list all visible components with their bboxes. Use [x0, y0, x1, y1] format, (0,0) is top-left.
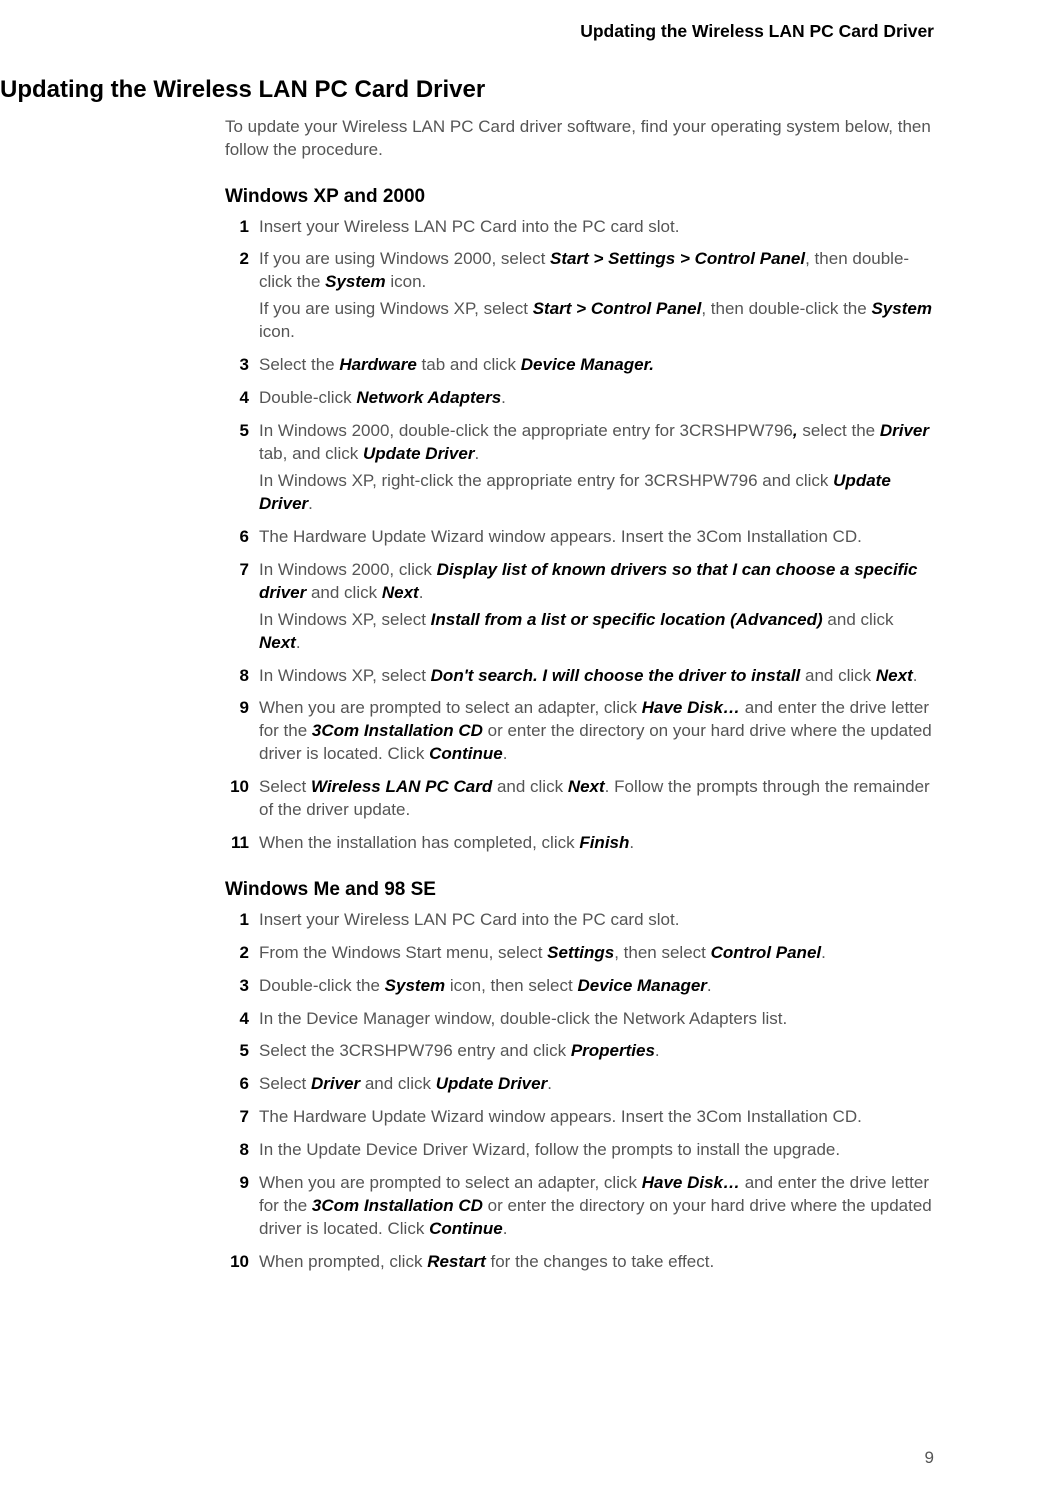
step-text: Insert your Wireless LAN PC Card into th… [259, 217, 679, 236]
step-item: 4 In the Device Manager window, double-cl… [0, 1008, 936, 1031]
step-number: 7 [225, 559, 249, 582]
step-text: When the installation has completed, cli… [259, 833, 634, 852]
step-number: 9 [225, 697, 249, 720]
step-item: 10 Select Wireless LAN PC Card and click … [0, 776, 936, 822]
step-number: 9 [225, 1172, 249, 1195]
step-item: 3 Double-click the System icon, then sele… [0, 975, 936, 998]
subsection-heading-me-98se: Windows Me and 98 SE [225, 877, 1044, 903]
step-item: 1 Insert your Wireless LAN PC Card into t… [0, 216, 936, 239]
step-text: In Windows 2000, double-click the approp… [259, 421, 936, 516]
step-text: Insert your Wireless LAN PC Card into th… [259, 910, 679, 929]
step-item: 5 In Windows 2000, double-click the appr… [0, 420, 936, 516]
step-item: 9 When you are prompted to select an adap… [0, 697, 936, 766]
step-item: 3 Select the Hardware tab and click Devic… [0, 354, 936, 377]
step-item: 1 Insert your Wireless LAN PC Card into t… [0, 909, 936, 932]
step-item: 9 When you are prompted to select an adap… [0, 1172, 936, 1241]
step-number: 4 [225, 1008, 249, 1031]
subsection-heading-xp-2000: Windows XP and 2000 [225, 184, 1044, 210]
step-item: 5 Select the 3CRSHPW796 entry and click P… [0, 1040, 936, 1063]
step-number: 5 [225, 420, 249, 443]
step-number: 8 [225, 665, 249, 688]
step-text: Double-click Network Adapters. [259, 388, 506, 407]
step-number: 1 [225, 216, 249, 239]
step-number: 6 [225, 526, 249, 549]
step-number: 6 [225, 1073, 249, 1096]
step-text: Select Wireless LAN PC Card and click Ne… [259, 777, 930, 819]
step-number: 2 [225, 248, 249, 271]
step-item: 7 The Hardware Update Wizard window appea… [0, 1106, 936, 1129]
step-item: 7 In Windows 2000, click Display list of… [0, 559, 936, 655]
steps-list-xp-2000: 1 Insert your Wireless LAN PC Card into t… [0, 216, 1044, 856]
step-number: 10 [225, 1251, 249, 1274]
step-text: Double-click the System icon, then selec… [259, 976, 712, 995]
step-text: The Hardware Update Wizard window appear… [259, 1107, 862, 1126]
step-text: From the Windows Start menu, select Sett… [259, 943, 826, 962]
step-number: 10 [225, 776, 249, 799]
step-number: 8 [225, 1139, 249, 1162]
step-item: 4 Double-click Network Adapters. [0, 387, 936, 410]
step-text: In Windows XP, select Don't search. I wi… [259, 666, 917, 685]
step-number: 7 [225, 1106, 249, 1129]
step-text: When you are prompted to select an adapt… [259, 698, 932, 763]
step-item: 2 From the Windows Start menu, select Set… [0, 942, 936, 965]
step-item: 6 Select Driver and click Update Driver. [0, 1073, 936, 1096]
step-text: In the Update Device Driver Wizard, foll… [259, 1140, 840, 1159]
step-item: 10 When prompted, click Restart for the c… [0, 1251, 936, 1274]
step-number: 2 [225, 942, 249, 965]
step-text: When prompted, click Restart for the cha… [259, 1252, 714, 1271]
step-number: 11 [225, 832, 249, 855]
step-item: 8 In the Update Device Driver Wizard, fol… [0, 1139, 936, 1162]
step-item: 6 The Hardware Update Wizard window appea… [0, 526, 936, 549]
step-item: 8 In Windows XP, select Don't search. I w… [0, 665, 936, 688]
step-text: If you are using Windows 2000, select St… [259, 249, 936, 344]
step-number: 1 [225, 909, 249, 932]
intro-paragraph: To update your Wireless LAN PC Card driv… [225, 116, 1044, 162]
step-item: 2 If you are using Windows 2000, select … [0, 248, 936, 344]
step-text: Select Driver and click Update Driver. [259, 1074, 552, 1093]
page-number: 9 [925, 1447, 934, 1470]
step-number: 5 [225, 1040, 249, 1063]
step-text: In the Device Manager window, double-cli… [259, 1009, 787, 1028]
running-header: Updating the Wireless LAN PC Card Driver [0, 20, 1044, 74]
page-title: Updating the Wireless LAN PC Card Driver [0, 74, 1044, 106]
step-text: Select the 3CRSHPW796 entry and click Pr… [259, 1041, 660, 1060]
steps-list-me-98se: 1 Insert your Wireless LAN PC Card into t… [0, 909, 1044, 1274]
step-number: 3 [225, 354, 249, 377]
step-text: In Windows 2000, click Display list of k… [259, 560, 936, 655]
step-text: The Hardware Update Wizard window appear… [259, 527, 862, 546]
step-item: 11 When the installation has completed, c… [0, 832, 936, 855]
step-number: 3 [225, 975, 249, 998]
step-text: Select the Hardware tab and click Device… [259, 355, 654, 374]
step-number: 4 [225, 387, 249, 410]
step-text: When you are prompted to select an adapt… [259, 1173, 932, 1238]
